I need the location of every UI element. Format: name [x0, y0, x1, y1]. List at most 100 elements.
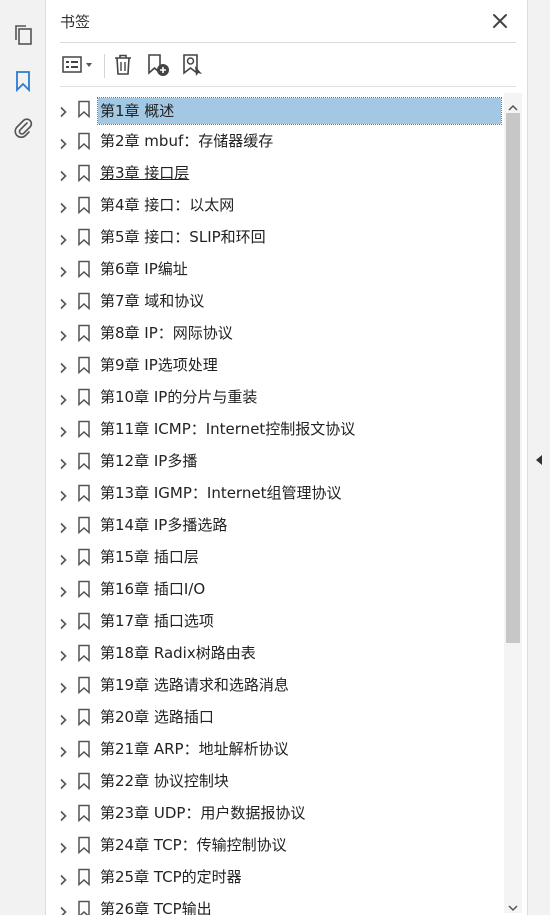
bookmark-item[interactable]: 第26章 TCP输出 — [46, 893, 504, 915]
bookmark-item[interactable]: 第16章 插口I/O — [46, 573, 504, 605]
bookmark-tree: 第1章 概述第2章 mbuf：存储器缓存 第3章 接口层第4章 接口：以太网第5章… — [46, 93, 504, 915]
bookmark-item[interactable]: 第20章 选路插口 — [46, 701, 504, 733]
bookmark-label[interactable]: 第16章 插口I/O — [100, 579, 205, 599]
scroll-down-icon[interactable] — [508, 898, 518, 912]
bookmark-item[interactable]: 第9章 IP选项处理 — [46, 349, 504, 381]
chevron-right-icon[interactable] — [58, 423, 68, 438]
chevron-right-icon[interactable] — [58, 775, 68, 790]
chevron-right-icon[interactable] — [58, 807, 68, 822]
scrollbar-thumb[interactable] — [506, 113, 520, 643]
bookmark-icon — [77, 260, 91, 279]
chevron-right-icon[interactable] — [58, 871, 68, 886]
chevron-right-icon[interactable] — [58, 455, 68, 470]
chevron-right-icon[interactable] — [58, 711, 68, 726]
chevron-right-icon[interactable] — [58, 199, 68, 214]
bookmark-item[interactable]: 第18章 Radix树路由表 — [46, 637, 504, 669]
bookmark-from-selection-button[interactable] — [179, 51, 207, 79]
paperclip-icon[interactable] — [8, 112, 38, 142]
bookmark-label[interactable]: 第25章 TCP的定时器 — [100, 867, 242, 887]
bookmark-label[interactable]: 第13章 IGMP：Internet组管理协议 — [100, 483, 341, 503]
bookmark-item[interactable]: 第23章 UDP：用户数据报协议 — [46, 797, 504, 829]
chevron-right-icon[interactable] — [58, 743, 68, 758]
bookmark-label[interactable]: 第22章 协议控制块 — [100, 771, 229, 791]
bookmark-label[interactable]: 第24章 TCP：传输控制协议 — [100, 835, 287, 855]
bookmark-label[interactable]: 第21章 ARP：地址解析协议 — [100, 739, 289, 759]
bookmark-item[interactable]: 第25章 TCP的定时器 — [46, 861, 504, 893]
chevron-right-icon[interactable] — [58, 327, 68, 342]
bookmark-label[interactable]: 第8章 IP：网际协议 — [100, 323, 233, 343]
bookmark-item[interactable]: 第13章 IGMP：Internet组管理协议 — [46, 477, 504, 509]
bookmark-label[interactable]: 第15章 插口层 — [100, 547, 199, 567]
scroll-up-icon[interactable] — [508, 98, 518, 111]
chevron-right-icon[interactable] — [58, 551, 68, 566]
bookmark-item[interactable]: 第14章 IP多播选路 — [46, 509, 504, 541]
bookmark-label[interactable]: 第1章 概述 — [97, 97, 502, 125]
close-icon[interactable] — [490, 11, 510, 31]
bookmark-label[interactable]: 第3章 接口层 — [100, 163, 189, 183]
bookmark-item[interactable]: 第19章 选路请求和选路消息 — [46, 669, 504, 701]
chevron-right-icon[interactable] — [58, 231, 68, 246]
collapse-arrow-icon[interactable] — [535, 451, 543, 465]
bookmark-label[interactable]: 第5章 接口：SLIP和环回 — [100, 227, 266, 247]
chevron-right-icon[interactable] — [58, 167, 68, 182]
chevron-right-icon[interactable] — [58, 391, 68, 406]
delete-bookmark-button[interactable] — [110, 51, 136, 79]
pages-icon[interactable] — [8, 20, 38, 50]
bookmark-label[interactable]: 第23章 UDP：用户数据报协议 — [100, 803, 305, 823]
bookmark-item[interactable]: 第22章 协议控制块 — [46, 765, 504, 797]
vertical-scrollbar[interactable] — [504, 93, 522, 913]
bookmark-label[interactable]: 第11章 ICMP：Internet控制报文协议 — [100, 419, 355, 439]
bookmark-item[interactable]: 第21章 ARP：地址解析协议 — [46, 733, 504, 765]
panel-splitter[interactable] — [527, 0, 550, 915]
chevron-right-icon[interactable] — [58, 263, 68, 278]
bookmark-label[interactable]: 第26章 TCP输出 — [100, 899, 212, 915]
bookmark-icon — [77, 772, 91, 791]
chevron-right-icon[interactable] — [58, 839, 68, 854]
bookmark-item[interactable]: 第6章 IP编址 — [46, 253, 504, 285]
bookmark-label[interactable]: 第14章 IP多播选路 — [100, 515, 227, 535]
bookmark-label[interactable]: 第9章 IP选项处理 — [100, 355, 218, 375]
bookmark-item[interactable]: 第5章 接口：SLIP和环回 — [46, 221, 504, 253]
bookmark-item[interactable]: 第4章 接口：以太网 — [46, 189, 504, 221]
bookmark-item[interactable]: 第8章 IP：网际协议 — [46, 317, 504, 349]
chevron-right-icon[interactable] — [58, 679, 68, 694]
bookmark-label[interactable]: 第10章 IP的分片与重装 — [100, 387, 257, 407]
bookmark-item[interactable]: 第11章 ICMP：Internet控制报文协议 — [46, 413, 504, 445]
chevron-right-icon[interactable] — [58, 583, 68, 598]
chevron-right-icon[interactable] — [58, 487, 68, 502]
chevron-right-icon[interactable] — [58, 903, 68, 915]
bookmark-label[interactable]: 第12章 IP多播 — [100, 451, 197, 471]
bookmark-icon — [77, 708, 91, 727]
chevron-right-icon[interactable] — [58, 647, 68, 662]
bookmark-label[interactable]: 第17章 插口选项 — [100, 611, 214, 631]
bookmark-item[interactable]: 第3章 接口层 — [46, 157, 504, 189]
options-menu-button[interactable] — [58, 51, 98, 79]
chevron-right-icon[interactable] — [58, 295, 68, 310]
bookmark-icon — [77, 388, 91, 407]
bookmark-label[interactable]: 第20章 选路插口 — [100, 707, 214, 727]
bookmarks-toolbar — [46, 46, 527, 84]
chevron-right-icon[interactable] — [58, 135, 68, 150]
bookmark-item[interactable]: 第10章 IP的分片与重装 — [46, 381, 504, 413]
toolbar-divider — [60, 86, 516, 87]
bookmark-label[interactable]: 第18章 Radix树路由表 — [100, 643, 256, 663]
chevron-right-icon[interactable] — [58, 103, 68, 118]
bookmark-item[interactable]: 第7章 域和协议 — [46, 285, 504, 317]
bookmark-label[interactable]: 第2章 mbuf：存储器缓存 — [100, 131, 273, 151]
bookmark-item[interactable]: 第12章 IP多播 — [46, 445, 504, 477]
bookmark-item[interactable]: 第15章 插口层 — [46, 541, 504, 573]
chevron-right-icon[interactable] — [58, 359, 68, 374]
bookmark-panel-icon[interactable] — [8, 66, 38, 96]
bookmark-item[interactable]: 第17章 插口选项 — [46, 605, 504, 637]
bookmark-item[interactable]: 第24章 TCP：传输控制协议 — [46, 829, 504, 861]
chevron-right-icon[interactable] — [58, 519, 68, 534]
chevron-right-icon[interactable] — [58, 615, 68, 630]
bookmark-label[interactable]: 第19章 选路请求和选路消息 — [100, 675, 289, 695]
bookmark-label[interactable]: 第4章 接口：以太网 — [100, 195, 234, 215]
bookmark-label[interactable]: 第6章 IP编址 — [100, 259, 188, 279]
new-bookmark-button[interactable] — [144, 51, 172, 79]
bookmark-icon — [77, 676, 91, 695]
bookmark-item[interactable]: 第1章 概述 — [46, 93, 504, 125]
bookmark-item[interactable]: 第2章 mbuf：存储器缓存 — [46, 125, 504, 157]
bookmark-label[interactable]: 第7章 域和协议 — [100, 291, 204, 311]
